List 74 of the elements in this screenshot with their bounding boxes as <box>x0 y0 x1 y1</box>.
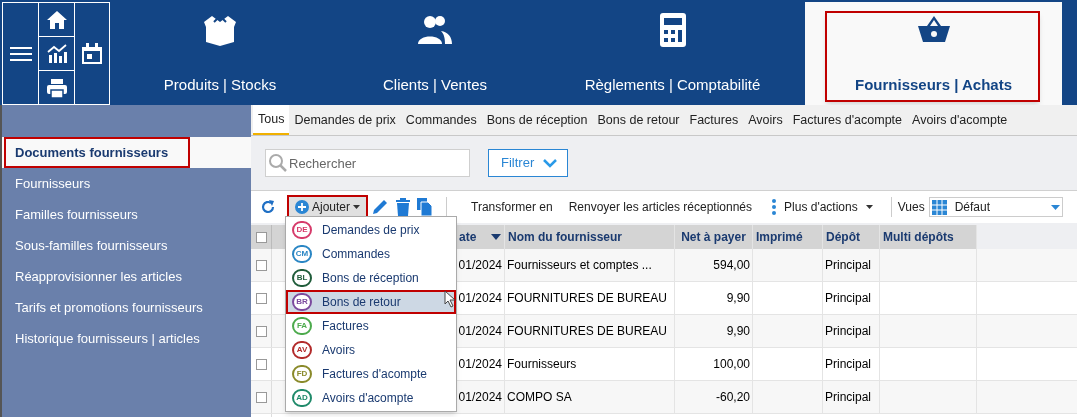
document-badge: FA <box>292 317 312 335</box>
table-cell-text: 01/2024 <box>458 290 502 307</box>
module-tab[interactable]: Produits | Stocks <box>110 2 330 105</box>
tab[interactable]: Tous <box>253 105 290 135</box>
table-cell-text: 9,90 <box>726 290 750 307</box>
table-cell-text: 594,00 <box>713 257 750 274</box>
checkbox[interactable] <box>255 259 267 271</box>
sort-icon <box>491 234 501 240</box>
filter-button[interactable]: Filtrer <box>488 149 568 177</box>
table-cell-text: Principal <box>825 389 872 406</box>
tab[interactable]: Bons de retour <box>592 105 685 135</box>
table-cell-text: Principal <box>825 356 872 373</box>
tab[interactable]: Factures d'acompte <box>787 105 908 135</box>
table-cell-text: 01/2024 <box>458 323 502 340</box>
table-cell-text: COMPO SA <box>507 389 572 406</box>
sidebar-item[interactable]: Historique fournisseurs | articles <box>2 323 251 354</box>
document-badge: AV <box>292 341 312 359</box>
views-label: Vues <box>897 199 925 216</box>
table-cell-text: Fournisseurs et comptes ... <box>507 257 652 274</box>
table-cell-text: Principal <box>825 323 872 340</box>
add-button[interactable]: Ajouter <box>287 195 369 219</box>
table-cell-text: Principal <box>825 290 872 307</box>
table-cell-text: 01/2024 <box>458 389 502 406</box>
sidebar-item[interactable]: Tarifs et promotions fournisseurs <box>2 292 251 323</box>
checkbox[interactable] <box>255 358 267 370</box>
checkbox[interactable] <box>255 391 267 403</box>
table-cell-text: 100,00 <box>713 356 750 373</box>
table-cell-text: Fournisseurs <box>507 356 577 373</box>
views-dropdown[interactable]: Défaut <box>928 197 1063 217</box>
grid-icon <box>931 199 947 215</box>
table-cell-text: 01/2024 <box>458 257 502 274</box>
transform-button[interactable]: Transformer en <box>457 198 567 216</box>
caret-icon <box>353 205 361 209</box>
sidebar-item[interactable]: Fournisseurs <box>2 168 251 199</box>
table-cell-text: Principal <box>825 257 872 274</box>
table-cell-text: FOURNITURES DE BUREAU <box>507 290 667 307</box>
tab[interactable]: Avoirs <box>743 105 788 135</box>
module-tab[interactable]: Fournisseurs | Achats <box>805 2 1062 105</box>
menu-item[interactable]: BR Bons de retour <box>286 290 456 314</box>
tab[interactable]: Factures <box>684 105 744 135</box>
tab[interactable]: Avoirs d'acompte <box>907 105 1013 135</box>
tab[interactable]: Commandes <box>400 105 482 135</box>
tab[interactable]: Demandes de prix <box>289 105 401 135</box>
plus-icon <box>295 200 309 214</box>
menu-item[interactable]: AD Avoirs d'acompte <box>286 386 456 410</box>
checkbox[interactable] <box>255 231 267 243</box>
document-badge: DE <box>292 221 312 239</box>
search-field[interactable]: Rechercher <box>265 149 470 177</box>
module-tab[interactable]: Règlements | Comptabilité <box>540 2 805 105</box>
resend-button[interactable]: Renvoyer les articles réceptionnés <box>566 198 755 216</box>
sidebar-item[interactable]: Documents fournisseurs <box>2 137 251 168</box>
checkbox[interactable] <box>255 325 267 337</box>
table-cell-text: 9,90 <box>726 323 750 340</box>
caret-icon <box>865 205 873 209</box>
search-icon <box>268 153 288 173</box>
document-badge: CM <box>292 245 312 263</box>
table-cell-text: FOURNITURES DE BUREAU <box>507 323 667 340</box>
module-tab[interactable]: Clients | Ventes <box>330 2 540 105</box>
dots-icon <box>772 199 777 215</box>
table-cell-text: 01/2024 <box>458 356 502 373</box>
more-actions-button[interactable]: Plus d'actions <box>772 198 873 216</box>
tab[interactable]: Bons de réception <box>481 105 593 135</box>
sidebar-item[interactable]: Réapprovisionner les articles <box>2 261 251 292</box>
checkbox[interactable] <box>255 292 267 304</box>
document-badge: FD <box>292 365 312 383</box>
sidebar-item[interactable]: Familles fournisseurs <box>2 199 251 230</box>
table-cell-text: -60,20 <box>715 389 750 406</box>
menu-item[interactable]: FA Factures <box>286 314 456 338</box>
document-badge: AD <box>292 389 312 407</box>
chevron-icon <box>542 158 559 168</box>
caret-icon <box>1050 204 1060 210</box>
sidebar-item[interactable]: Sous-familles fournisseurs <box>2 230 251 261</box>
document-badge: BL <box>292 269 312 287</box>
document-badge: BR <box>292 293 312 311</box>
